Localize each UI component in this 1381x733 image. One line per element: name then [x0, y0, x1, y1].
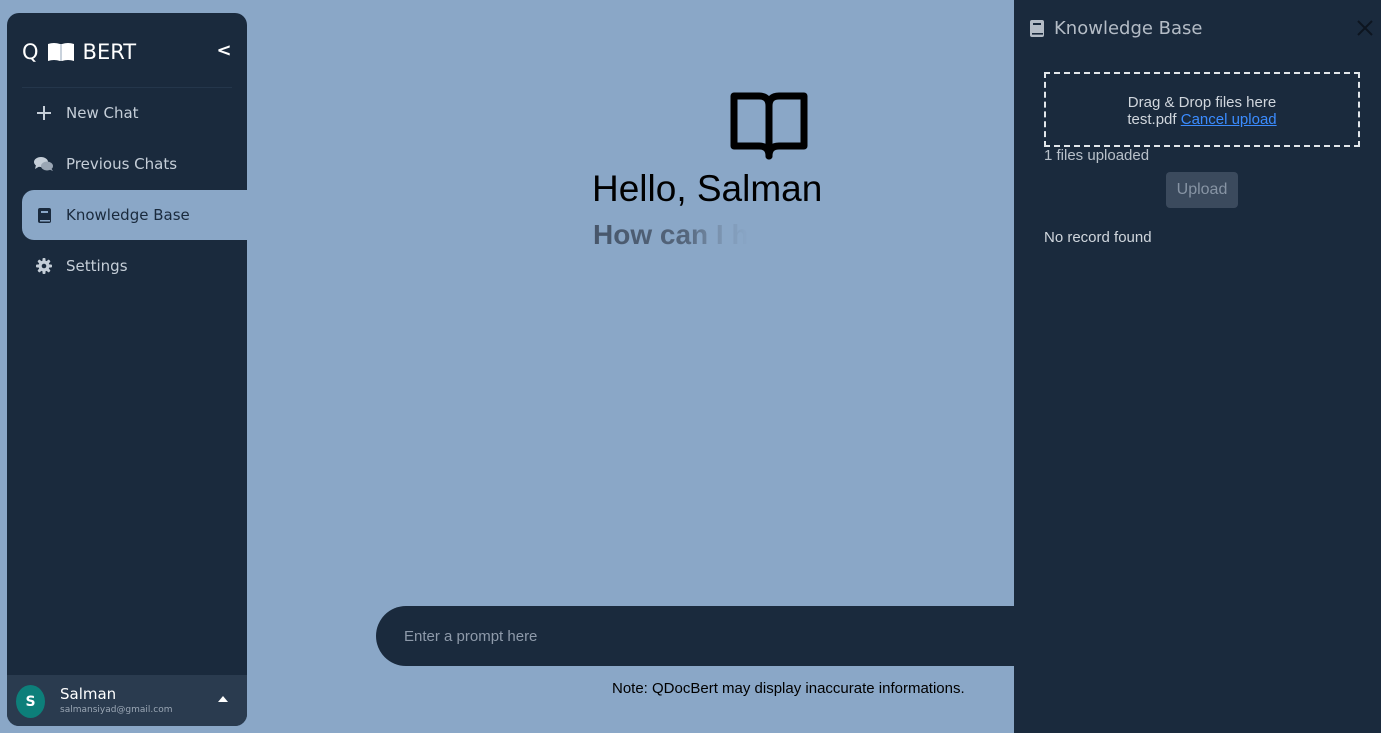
sidebar-item-label: Previous Chats [66, 155, 178, 173]
sidebar: Q BERT < New Chat Previous Chats Knowled… [7, 13, 247, 726]
sidebar-item-previous-chats[interactable]: Previous Chats [22, 139, 247, 189]
disclaimer-note: Note: QDocBert may display inaccurate in… [612, 680, 965, 697]
panel-title-label: Knowledge Base [1054, 17, 1203, 39]
sidebar-item-label: New Chat [66, 104, 139, 122]
sidebar-item-label: Settings [66, 257, 128, 275]
collapse-sidebar-button[interactable]: < [215, 39, 233, 61]
panel-title: Knowledge Base [1030, 16, 1203, 40]
plus-icon [22, 106, 66, 120]
sidebar-item-knowledge-base[interactable]: Knowledge Base [22, 190, 247, 240]
avatar: S [16, 685, 45, 718]
open-book-icon [47, 43, 74, 61]
close-icon[interactable] [1355, 18, 1375, 38]
prompt-input[interactable] [404, 624, 984, 648]
book-icon [22, 207, 66, 223]
user-profile[interactable]: S Salman salmansiyad@gmail.com [7, 675, 247, 726]
cancel-upload-link[interactable]: Cancel upload [1181, 111, 1277, 128]
logo-suffix: BERT [82, 40, 137, 64]
sidebar-item-label: Knowledge Base [66, 206, 190, 224]
greeting-heading: Hello, Salman [592, 168, 823, 209]
gear-icon [22, 258, 66, 274]
user-email: salmansiyad@gmail.com [60, 705, 173, 715]
upload-button[interactable]: Upload [1166, 172, 1238, 208]
file-name: test.pdf [1127, 111, 1177, 128]
dropzone-text: Drag & Drop files here [1127, 94, 1277, 111]
knowledge-base-panel: Knowledge Base Drag & Drop files here te… [1014, 0, 1381, 733]
prompt-bar [376, 606, 1016, 666]
book-icon [1030, 19, 1044, 37]
user-name: Salman [60, 685, 117, 703]
pending-file: test.pdf Cancel upload [1046, 111, 1358, 128]
sidebar-item-new-chat[interactable]: New Chat [22, 88, 247, 138]
file-dropzone[interactable]: Drag & Drop files here test.pdf Cancel u… [1044, 72, 1360, 147]
subgreeting-typewriter: How can I h [593, 219, 748, 250]
open-book-icon [730, 92, 808, 160]
app-logo: Q BERT [22, 37, 136, 67]
chat-bubbles-icon [22, 156, 66, 172]
files-uploaded-count: 1 files uploaded [1044, 147, 1150, 164]
caret-up-icon[interactable] [218, 696, 228, 702]
sidebar-item-settings[interactable]: Settings [22, 241, 247, 291]
logo-prefix: Q [22, 40, 39, 64]
empty-state-message: No record found [1044, 229, 1152, 246]
